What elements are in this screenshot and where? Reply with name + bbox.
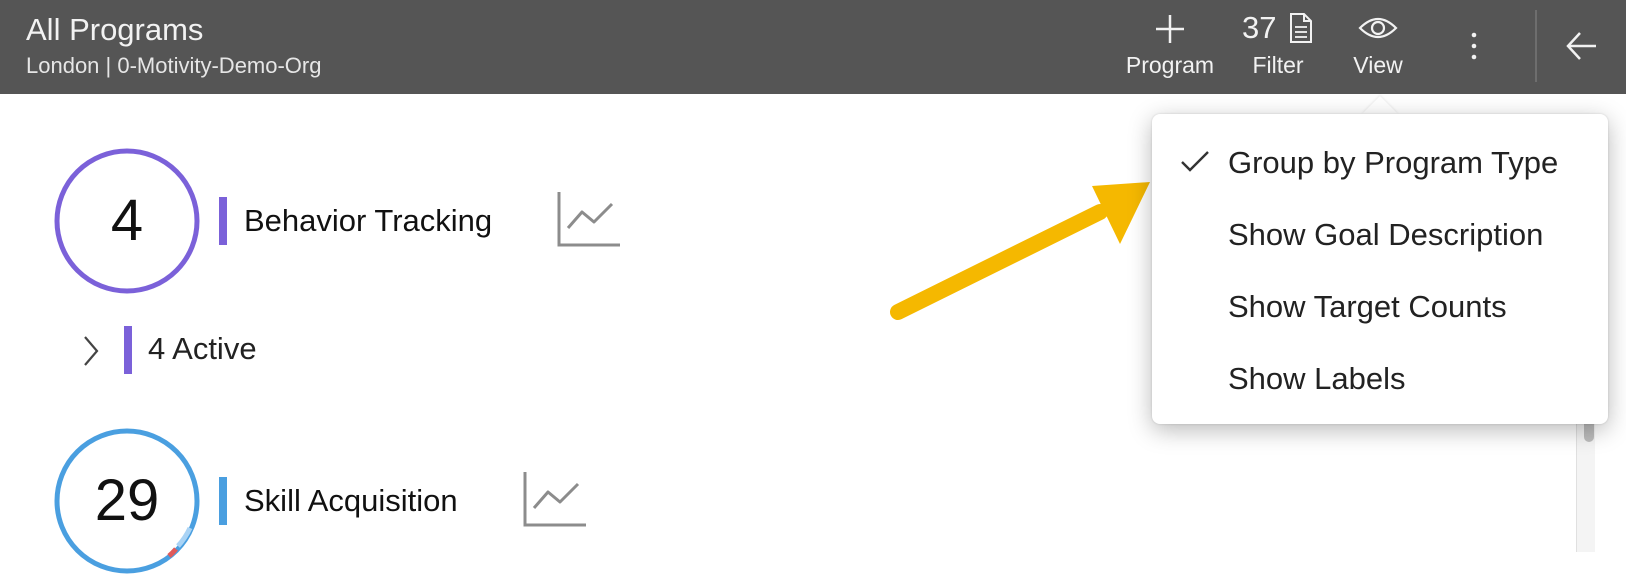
menu-item-show-goal-description[interactable]: Show Goal Description bbox=[1152, 204, 1608, 264]
active-count-label: 4 Active bbox=[148, 331, 257, 366]
view-menu: Group by Program Type Show Goal Descript… bbox=[1152, 114, 1608, 424]
behavior-tracking-active-row[interactable]: 4 Active bbox=[80, 326, 340, 374]
skill-acquisition-chart-button[interactable] bbox=[522, 470, 588, 528]
behavior-tracking-count: 4 bbox=[110, 188, 144, 253]
skill-acquisition-title: Skill Acquisition bbox=[244, 483, 458, 518]
location-org-subtitle: London | 0-Motivity-Demo-Org bbox=[26, 53, 322, 78]
plus-icon bbox=[1118, 10, 1222, 46]
header-divider bbox=[1535, 10, 1537, 82]
behavior-tracking-title: Behavior Tracking bbox=[244, 203, 493, 238]
line-chart-icon bbox=[523, 472, 586, 527]
behavior-tracking-chart-button[interactable] bbox=[556, 190, 622, 248]
menu-item-show-labels[interactable]: Show Labels bbox=[1152, 348, 1608, 408]
filter-label: Filter bbox=[1252, 52, 1304, 78]
document-icon bbox=[1290, 13, 1312, 43]
menu-item-label: Show Goal Description bbox=[1228, 217, 1544, 252]
view-label: View bbox=[1353, 52, 1403, 78]
view-button[interactable]: View bbox=[1340, 10, 1416, 86]
app-header: All Programs London | 0-Motivity-Demo-Or… bbox=[0, 0, 1626, 94]
skill-acquisition-count-ring: 29 bbox=[54, 428, 200, 574]
behavior-tracking-count-ring: 4 bbox=[54, 148, 200, 294]
page-title: All Programs bbox=[26, 12, 204, 47]
chevron-right-icon bbox=[80, 334, 102, 368]
eye-icon bbox=[1340, 10, 1416, 46]
checkmark-icon bbox=[1180, 150, 1210, 174]
line-chart-icon bbox=[557, 192, 620, 247]
filter-button[interactable]: 37 Filter bbox=[1236, 10, 1320, 86]
active-color-bar bbox=[124, 326, 132, 374]
skill-acquisition-color-bar bbox=[219, 477, 227, 525]
add-program-button[interactable]: Program bbox=[1118, 10, 1222, 86]
menu-item-label: Show Target Counts bbox=[1228, 289, 1507, 324]
filter-count: 37 bbox=[1242, 10, 1277, 45]
program-label: Program bbox=[1125, 52, 1215, 78]
menu-item-label: Show Labels bbox=[1228, 361, 1406, 396]
back-button[interactable] bbox=[1556, 22, 1606, 72]
skill-acquisition-count: 29 bbox=[94, 468, 160, 533]
menu-item-group-by-program-type[interactable]: Group by Program Type bbox=[1152, 132, 1608, 192]
view-menu-caret bbox=[1362, 96, 1398, 114]
annotation-arrow-icon bbox=[890, 182, 1150, 320]
menu-item-label: Group by Program Type bbox=[1228, 145, 1559, 180]
menu-item-show-target-counts[interactable]: Show Target Counts bbox=[1152, 276, 1608, 336]
vertical-ellipsis-icon bbox=[1471, 32, 1477, 60]
arrow-left-icon bbox=[1566, 32, 1596, 60]
behavior-tracking-color-bar bbox=[219, 197, 227, 245]
more-options-button[interactable] bbox=[1460, 22, 1488, 72]
